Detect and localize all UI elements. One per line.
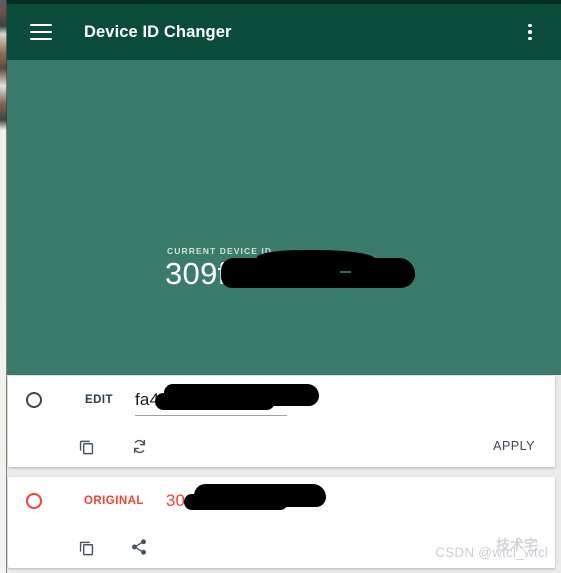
original-device-id-card: ORIGINAL 309f (8, 477, 555, 568)
edit-row-label: EDIT (85, 393, 113, 406)
redaction-mark (183, 493, 288, 510)
original-device-id-wrap: 309f (166, 483, 326, 511)
redaction-mark-gap (340, 271, 351, 273)
app-screenshot: Device ID Changer CURRENT DEVICE ID 309f (0, 0, 561, 573)
original-icon-group (72, 533, 153, 561)
overflow-dot (528, 30, 532, 34)
original-row-label: ORIGINAL (84, 494, 144, 507)
edit-device-id-card: EDIT fa473 (8, 376, 555, 467)
overflow-dot (528, 36, 532, 41)
edit-row-actions: APPLY (8, 425, 555, 467)
overflow-dot (528, 23, 532, 28)
refresh-icon[interactable] (125, 432, 153, 460)
original-row-actions (8, 526, 555, 568)
original-row-header: ORIGINAL 309f (8, 477, 555, 524)
current-device-id-panel: CURRENT DEVICE ID 309f (7, 60, 561, 419)
apply-button[interactable]: APPLY (489, 433, 539, 459)
current-device-id-label: CURRENT DEVICE ID (167, 246, 273, 256)
share-icon[interactable] (125, 533, 153, 561)
copy-icon[interactable] (72, 533, 100, 561)
current-device-id-value: 309f (165, 256, 227, 291)
edit-icon-group (72, 432, 153, 460)
hamburger-bar (30, 38, 52, 40)
input-underline (135, 414, 287, 416)
edit-radio-button[interactable] (26, 391, 42, 408)
hamburger-menu-icon[interactable] (15, 4, 67, 60)
app-bar: Device ID Changer (7, 4, 561, 60)
app-title: Device ID Changer (84, 22, 232, 41)
redaction-mark (155, 392, 275, 410)
more-vertical-icon[interactable] (513, 4, 547, 60)
hamburger-bar (30, 24, 52, 26)
edit-device-id-field-wrap: fa473 (135, 383, 319, 416)
edit-row-header: EDIT fa473 (8, 376, 555, 423)
hamburger-bar (30, 31, 52, 33)
original-radio-button[interactable] (26, 492, 42, 509)
copy-icon[interactable] (72, 432, 100, 460)
redaction-mark (337, 263, 415, 285)
